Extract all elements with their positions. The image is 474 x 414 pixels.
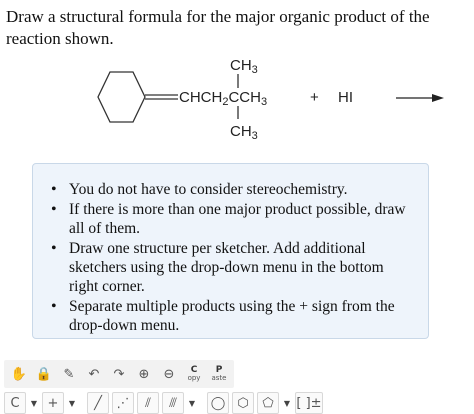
paste-button[interactable]: P aste bbox=[208, 363, 230, 385]
zoom-in-icon[interactable]: ⊕ bbox=[133, 363, 155, 385]
reagent-hi: HI bbox=[338, 89, 353, 106]
instructions-list: You do not have to consider stereochemis… bbox=[33, 164, 428, 335]
chevron-down-icon[interactable]: ▼ bbox=[187, 392, 197, 414]
zoom-out-icon[interactable]: ⊖ bbox=[158, 363, 180, 385]
eraser-icon[interactable]: ✎ bbox=[58, 363, 80, 385]
single-bond-icon[interactable]: ╱ bbox=[87, 392, 109, 414]
instruction-item: If there is more than one major product … bbox=[51, 200, 414, 238]
triple-bond-icon[interactable]: ⫻ bbox=[162, 392, 184, 414]
instruction-item: Separate multiple products using the + s… bbox=[51, 297, 414, 335]
copy-label-bottom: opy bbox=[187, 374, 201, 382]
instruction-item: Draw one structure per sketcher. Add add… bbox=[51, 239, 414, 296]
instructions-box: You do not have to consider stereochemis… bbox=[32, 163, 429, 339]
top-methyl: CH3 bbox=[230, 57, 258, 76]
bracket-button[interactable]: [ ]± bbox=[295, 392, 323, 414]
undo-icon[interactable]: ↶ bbox=[83, 363, 105, 385]
element-carbon-button[interactable]: C bbox=[4, 392, 26, 414]
copy-button[interactable]: C opy bbox=[183, 363, 205, 385]
plus-sign: + bbox=[310, 89, 319, 106]
pentagon-ring-icon[interactable]: ⬠ bbox=[257, 392, 279, 414]
paste-label-bottom: aste bbox=[211, 374, 227, 382]
charge-plus-button[interactable]: + bbox=[42, 392, 64, 414]
redo-icon[interactable]: ↷ bbox=[108, 363, 130, 385]
sketcher-toolbar: ✋ 🔒 ✎ ↶ ↷ ⊕ ⊖ C opy P aste C ▼ + ▼ ╱ ⋰ ⫽… bbox=[0, 356, 474, 414]
toolbar-row-2: C ▼ + ▼ ╱ ⋰ ⫽ ⫻ ▼ ◯ ⬡ ⬠ ▼ [ ]± bbox=[4, 392, 323, 414]
chevron-down-icon[interactable]: ▼ bbox=[282, 392, 292, 414]
hand-icon[interactable]: ✋ bbox=[8, 363, 30, 385]
chevron-down-icon[interactable]: ▼ bbox=[67, 392, 77, 414]
instruction-item: You do not have to consider stereochemis… bbox=[51, 180, 414, 199]
wedge-bond-icon[interactable]: ⋰ bbox=[112, 392, 134, 414]
reaction-scheme: CH3 CHCH2CCH3 CH3 + HI bbox=[97, 57, 444, 142]
cyclohexane-ring bbox=[97, 71, 146, 123]
benzene-ring-icon[interactable]: ⬡ bbox=[232, 392, 254, 414]
lock-icon[interactable]: 🔒 bbox=[33, 363, 55, 385]
main-chain: CHCH2CCH3 bbox=[179, 89, 267, 108]
toolbar-row-1: ✋ 🔒 ✎ ↶ ↷ ⊕ ⊖ C opy P aste bbox=[4, 360, 234, 388]
hash-bond-icon[interactable]: ⫽ bbox=[137, 392, 159, 414]
reaction-arrow-head bbox=[432, 94, 444, 102]
paste-label-top: P bbox=[215, 365, 223, 375]
chevron-down-icon[interactable]: ▼ bbox=[29, 392, 39, 414]
bottom-methyl: CH3 bbox=[230, 123, 258, 142]
ring-icon[interactable]: ◯ bbox=[207, 392, 229, 414]
copy-label-top: C bbox=[190, 365, 198, 375]
